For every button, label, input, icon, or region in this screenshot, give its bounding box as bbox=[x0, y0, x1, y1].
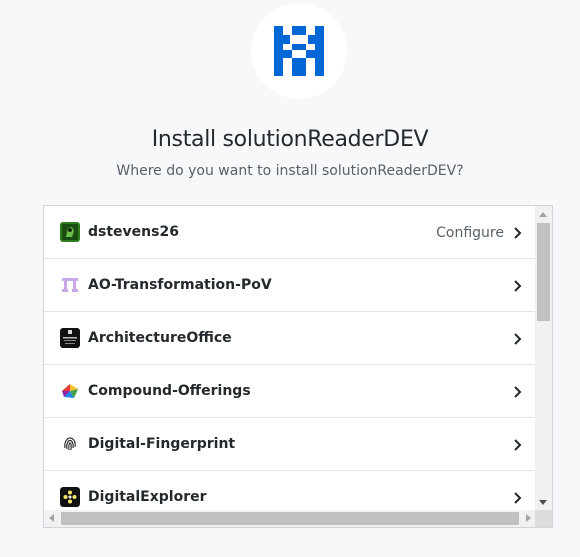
scroll-down-arrow-icon[interactable] bbox=[539, 500, 547, 505]
horizontal-scroll-thumb[interactable] bbox=[61, 512, 519, 525]
account-name: Digital-Fingerprint bbox=[88, 436, 236, 452]
account-name: Compound-Offerings bbox=[88, 383, 251, 399]
org-avatar-icon bbox=[60, 275, 80, 295]
org-avatar-icon bbox=[60, 487, 80, 507]
scroll-left-arrow-icon[interactable] bbox=[49, 514, 54, 522]
fingerprint-icon bbox=[60, 434, 80, 454]
vertical-scrollbar[interactable] bbox=[535, 206, 552, 511]
account-row-dstevens26[interactable]: dstevens26 Configure bbox=[44, 206, 536, 259]
account-list: dstevens26 Configure AO-Transformation-P… bbox=[44, 206, 536, 524]
chevron-right-icon bbox=[514, 439, 522, 451]
scroll-up-arrow-icon[interactable] bbox=[539, 212, 547, 217]
account-name: dstevens26 bbox=[88, 224, 179, 240]
chevron-right-icon bbox=[514, 386, 522, 398]
account-name: ArchitectureOffice bbox=[88, 330, 232, 346]
account-row-architectureoffice[interactable]: ArchitectureOffice bbox=[44, 312, 536, 365]
account-name: AO-Transformation-PoV bbox=[88, 277, 272, 293]
chevron-right-icon bbox=[514, 227, 522, 239]
solutionreader-logo-icon bbox=[274, 26, 324, 76]
scroll-right-arrow-icon[interactable] bbox=[526, 514, 531, 522]
account-row-compound-offerings[interactable]: Compound-Offerings bbox=[44, 365, 536, 418]
horizontal-scrollbar[interactable] bbox=[44, 510, 536, 527]
org-avatar-icon bbox=[60, 381, 80, 401]
vertical-scroll-thumb[interactable] bbox=[537, 223, 550, 321]
install-page: Install solutionReaderDEV Where do you w… bbox=[0, 0, 580, 557]
account-row-digital-fingerprint[interactable]: Digital-Fingerprint bbox=[44, 418, 536, 471]
app-logo bbox=[251, 3, 347, 99]
chevron-right-icon bbox=[514, 492, 522, 504]
page-subtitle: Where do you want to install solutionRea… bbox=[116, 163, 464, 179]
account-row-ao-transformation-pov[interactable]: AO-Transformation-PoV bbox=[44, 259, 536, 312]
chevron-right-icon bbox=[514, 280, 522, 292]
page-title: Install solutionReaderDEV bbox=[151, 127, 429, 152]
account-name: DigitalExplorer bbox=[88, 489, 207, 505]
configure-link[interactable]: Configure bbox=[436, 225, 504, 241]
chevron-right-icon bbox=[514, 333, 522, 345]
user-avatar-icon bbox=[60, 222, 80, 242]
account-list-panel: dstevens26 Configure AO-Transformation-P… bbox=[43, 205, 553, 528]
org-avatar-icon bbox=[60, 328, 80, 348]
scrollbar-corner bbox=[535, 510, 552, 527]
